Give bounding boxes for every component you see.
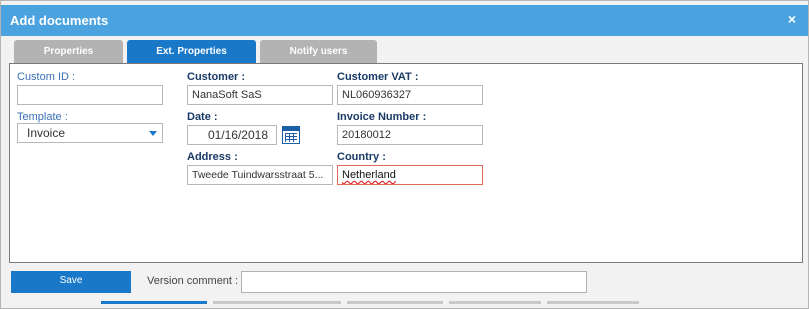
background-bar xyxy=(213,301,341,304)
address-input[interactable]: Tweede Tuindwarsstraat 5... xyxy=(187,165,333,185)
calendar-icon[interactable] xyxy=(282,126,300,144)
invoice-number-label: Invoice Number : xyxy=(337,111,427,123)
template-select[interactable]: Invoice xyxy=(17,123,163,143)
custom-id-input[interactable] xyxy=(17,85,163,105)
country-label: Country : xyxy=(337,151,386,163)
date-input[interactable]: 01/16/2018 xyxy=(187,125,277,145)
date-label: Date : xyxy=(187,111,218,123)
background-bar xyxy=(449,301,541,304)
customer-input[interactable]: NanaSoft SaS xyxy=(187,85,333,105)
tab-ext-properties[interactable]: Ext. Properties xyxy=(127,40,256,63)
customer-vat-label: Customer VAT : xyxy=(337,71,419,83)
country-value: Netherland xyxy=(342,169,396,181)
address-label: Address : xyxy=(187,151,238,163)
tab-properties[interactable]: Properties xyxy=(14,40,123,63)
add-documents-dialog: Add documents × Properties Ext. Properti… xyxy=(0,0,809,309)
chevron-down-icon xyxy=(149,131,157,136)
customer-vat-input[interactable]: NL060936327 xyxy=(337,85,483,105)
template-value: Invoice xyxy=(27,126,66,140)
custom-id-label: Custom ID : xyxy=(17,71,76,83)
background-bar xyxy=(101,301,207,304)
dialog-title-bar: Add documents × xyxy=(1,5,808,36)
version-comment-input[interactable] xyxy=(241,271,587,293)
save-button[interactable]: Save xyxy=(11,271,131,293)
ext-properties-panel: Custom ID : Template : Invoice Customer … xyxy=(9,63,803,263)
customer-label: Customer : xyxy=(187,71,246,83)
dialog-title: Add documents xyxy=(10,13,109,28)
close-icon[interactable]: × xyxy=(788,11,796,27)
tab-notify-users[interactable]: Notify users xyxy=(260,40,377,63)
country-input[interactable]: Netherland xyxy=(337,165,483,185)
invoice-number-input[interactable]: 20180012 xyxy=(337,125,483,145)
background-bar xyxy=(347,301,443,304)
version-comment-label: Version comment : xyxy=(147,275,239,287)
background-bar xyxy=(547,301,639,304)
